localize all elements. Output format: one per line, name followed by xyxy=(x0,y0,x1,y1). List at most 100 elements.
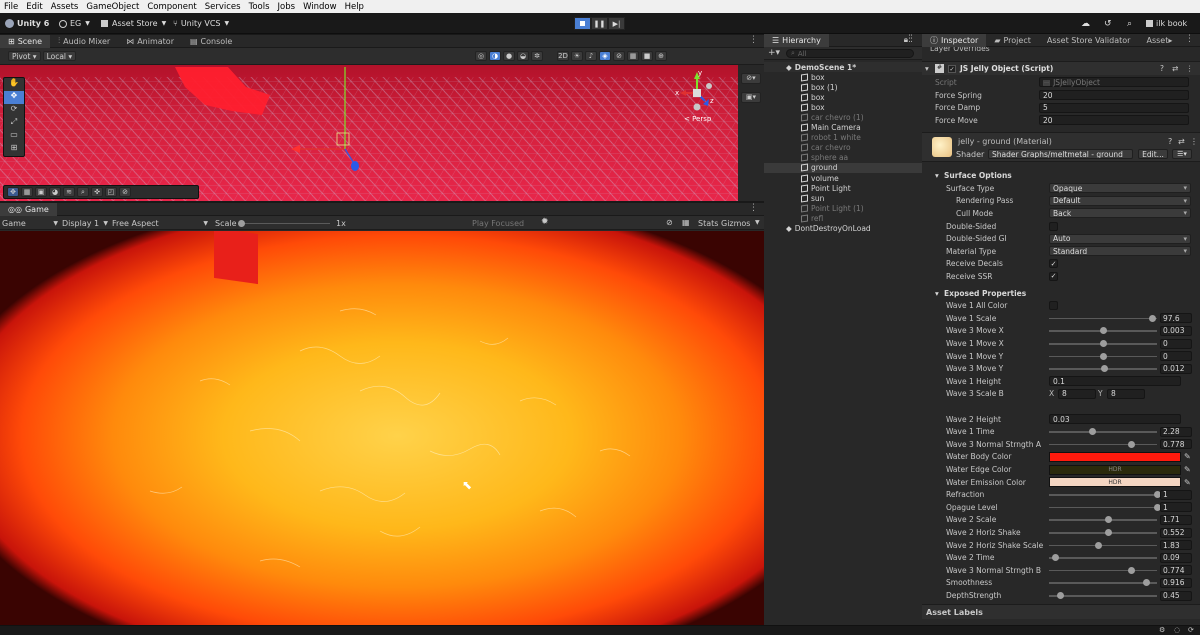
hidden-objects-icon[interactable]: ⊘ xyxy=(613,51,625,61)
kebab-menu-icon[interactable]: ⋮ xyxy=(905,34,914,44)
presets-icon[interactable]: ⇄ xyxy=(1178,137,1185,146)
help-icon[interactable]: ? xyxy=(1168,137,1172,146)
property-slider[interactable] xyxy=(1049,502,1161,512)
slider-value-input[interactable]: 0.45 xyxy=(1160,590,1192,601)
chevron-down-icon[interactable]: ▼ xyxy=(755,219,760,226)
field-value-input[interactable]: 5 xyxy=(1039,102,1189,113)
game-mode-dropdown[interactable]: Game ▼ xyxy=(2,218,58,228)
lightbulb-icon[interactable]: ◌ xyxy=(1174,626,1180,634)
network-icon[interactable]: ⚙ xyxy=(1159,626,1165,634)
kebab-menu-icon[interactable]: ⋮ xyxy=(1186,64,1194,73)
slider-value-input[interactable]: 0.778 xyxy=(1160,439,1192,450)
hierarchy-item[interactable]: ground xyxy=(764,162,922,174)
slider-knob[interactable] xyxy=(1099,352,1107,360)
wireframe-shading-icon[interactable]: ◑ xyxy=(489,51,501,61)
slider-value-input[interactable]: 0.09 xyxy=(1160,552,1192,563)
kebab-menu-icon[interactable]: ⋮ xyxy=(749,35,758,45)
property-slider[interactable] xyxy=(1049,515,1157,525)
property-dropdown[interactable]: Opaque xyxy=(1049,183,1191,194)
history-icon[interactable]: ↺ xyxy=(1104,17,1112,30)
tab-asset[interactable]: Asset ▸ xyxy=(1138,34,1174,47)
scale-tool-icon[interactable]: ⤢ xyxy=(4,117,24,130)
menu-gameobject[interactable]: GameObject xyxy=(86,2,139,12)
property-slider[interactable] xyxy=(1049,326,1157,336)
grid-view-icon[interactable]: ▦ xyxy=(682,218,690,227)
menu-tools[interactable]: Tools xyxy=(249,2,270,12)
color-swatch[interactable] xyxy=(1049,451,1181,462)
menu-jobs[interactable]: Jobs xyxy=(278,2,296,12)
step-button[interactable]: ▶| xyxy=(608,17,625,30)
bug-icon[interactable]: ✹ xyxy=(541,217,549,227)
property-checkbox[interactable]: ✓ xyxy=(1049,271,1058,281)
snap-move-icon[interactable]: ✥ xyxy=(7,187,19,197)
effects-icon[interactable]: ◈ xyxy=(599,51,611,61)
sync-icon[interactable]: ⟳ xyxy=(1188,626,1194,634)
tab-asset-store-validator[interactable]: Asset Store Validator xyxy=(1039,34,1139,47)
hierarchy-item[interactable]: Main Camera xyxy=(764,123,922,133)
slider-value-input[interactable]: 0.552 xyxy=(1160,527,1192,538)
property-input[interactable]: 0.1 xyxy=(1049,376,1181,387)
hierarchy-item[interactable]: car chevro xyxy=(764,143,922,153)
slider-knob[interactable] xyxy=(1057,592,1065,600)
menu-window[interactable]: Window xyxy=(303,2,337,12)
gizmos-icon[interactable]: ⊕ xyxy=(655,51,667,61)
hand-tool-icon[interactable]: ✋ xyxy=(4,78,24,91)
render-settings-icon[interactable]: ▣▾ xyxy=(741,92,761,103)
hierarchy-item[interactable]: sphere aa xyxy=(764,153,922,163)
persp-label[interactable]: < Persp xyxy=(684,115,711,123)
hierarchy-search-input[interactable]: ⌕ All xyxy=(786,49,914,58)
tab-console[interactable]: ▤ Console xyxy=(182,35,240,48)
property-slider[interactable] xyxy=(1049,427,1157,437)
slider-knob[interactable] xyxy=(1149,314,1157,322)
slider-value-input[interactable]: 0.003 xyxy=(1160,325,1192,336)
shaded-icon[interactable]: ● xyxy=(503,51,515,61)
tab-scene[interactable]: ⊞ Scene xyxy=(0,34,51,48)
hierarchy-item[interactable]: Point Light (1) xyxy=(764,203,922,213)
pause-button[interactable]: ❚❚ xyxy=(591,17,608,30)
sphere-icon[interactable]: ◕ xyxy=(49,187,61,197)
property-slider[interactable] xyxy=(1049,351,1157,361)
hierarchy-item[interactable]: box xyxy=(764,92,922,102)
field-value-input[interactable]: 20 xyxy=(1039,90,1189,101)
slider-knob[interactable] xyxy=(1104,529,1112,537)
slider-knob[interactable] xyxy=(1099,340,1107,348)
property-slider[interactable] xyxy=(1049,364,1157,374)
search-icon[interactable]: ⌕ xyxy=(77,187,89,197)
slider-knob[interactable] xyxy=(1051,554,1059,562)
property-slider[interactable] xyxy=(1049,553,1157,563)
camera-icon[interactable]: ◰ xyxy=(105,187,117,197)
slider-value-input[interactable]: 1 xyxy=(1160,502,1192,513)
slider-value-input[interactable]: 2.28 xyxy=(1160,426,1192,437)
tab-game[interactable]: ◎◎ Game xyxy=(0,202,57,216)
menu-file[interactable]: File xyxy=(4,2,18,12)
y-value-input[interactable]: 8 xyxy=(1107,388,1145,399)
play-focused-dropdown[interactable]: Play Focused xyxy=(472,219,524,228)
menu-assets[interactable]: Assets xyxy=(51,2,79,12)
slider-value-input[interactable]: 0.012 xyxy=(1160,363,1192,374)
tab-hierarchy[interactable]: ☰ Hierarchy xyxy=(764,33,829,47)
presets-icon[interactable]: ⇄ xyxy=(1172,64,1178,73)
property-slider[interactable] xyxy=(1049,439,1157,449)
transform-tool-icon[interactable]: ⊞ xyxy=(4,143,24,156)
rotate-tool-icon[interactable]: ⟳ xyxy=(4,104,24,117)
slider-value-input[interactable]: 1.71 xyxy=(1160,514,1192,525)
pivot-dropdown[interactable]: Pivot ▾ xyxy=(8,51,41,61)
shader-edit-button[interactable]: Edit... xyxy=(1138,149,1168,159)
component-enabled-checkbox[interactable]: ✓ xyxy=(948,64,956,73)
hierarchy-item[interactable]: Point Light xyxy=(764,183,922,193)
property-slider[interactable] xyxy=(1049,565,1157,575)
menu-help[interactable]: Help xyxy=(345,2,364,12)
x-value-input[interactable]: 8 xyxy=(1058,388,1096,399)
tab-audio-mixer[interactable]: ⫶ Audio Mixer xyxy=(50,35,118,48)
debug-draw-icon[interactable]: ✲ xyxy=(531,51,543,61)
display-dropdown[interactable]: Display 1 ▼ xyxy=(62,218,108,228)
color-swatch[interactable]: HDR xyxy=(1049,464,1181,475)
tab-animator[interactable]: ⋈ Animator xyxy=(118,35,182,48)
hierarchy-item[interactable]: sun xyxy=(764,193,922,203)
slider-value-input[interactable]: 0.916 xyxy=(1160,577,1192,588)
slider-knob[interactable] xyxy=(1088,428,1096,436)
property-slider[interactable] xyxy=(1049,528,1157,538)
space-dropdown[interactable]: Local ▾ xyxy=(42,51,77,61)
pivot-move-icon[interactable]: ✜ xyxy=(91,187,103,197)
scale-slider[interactable] xyxy=(238,218,330,228)
